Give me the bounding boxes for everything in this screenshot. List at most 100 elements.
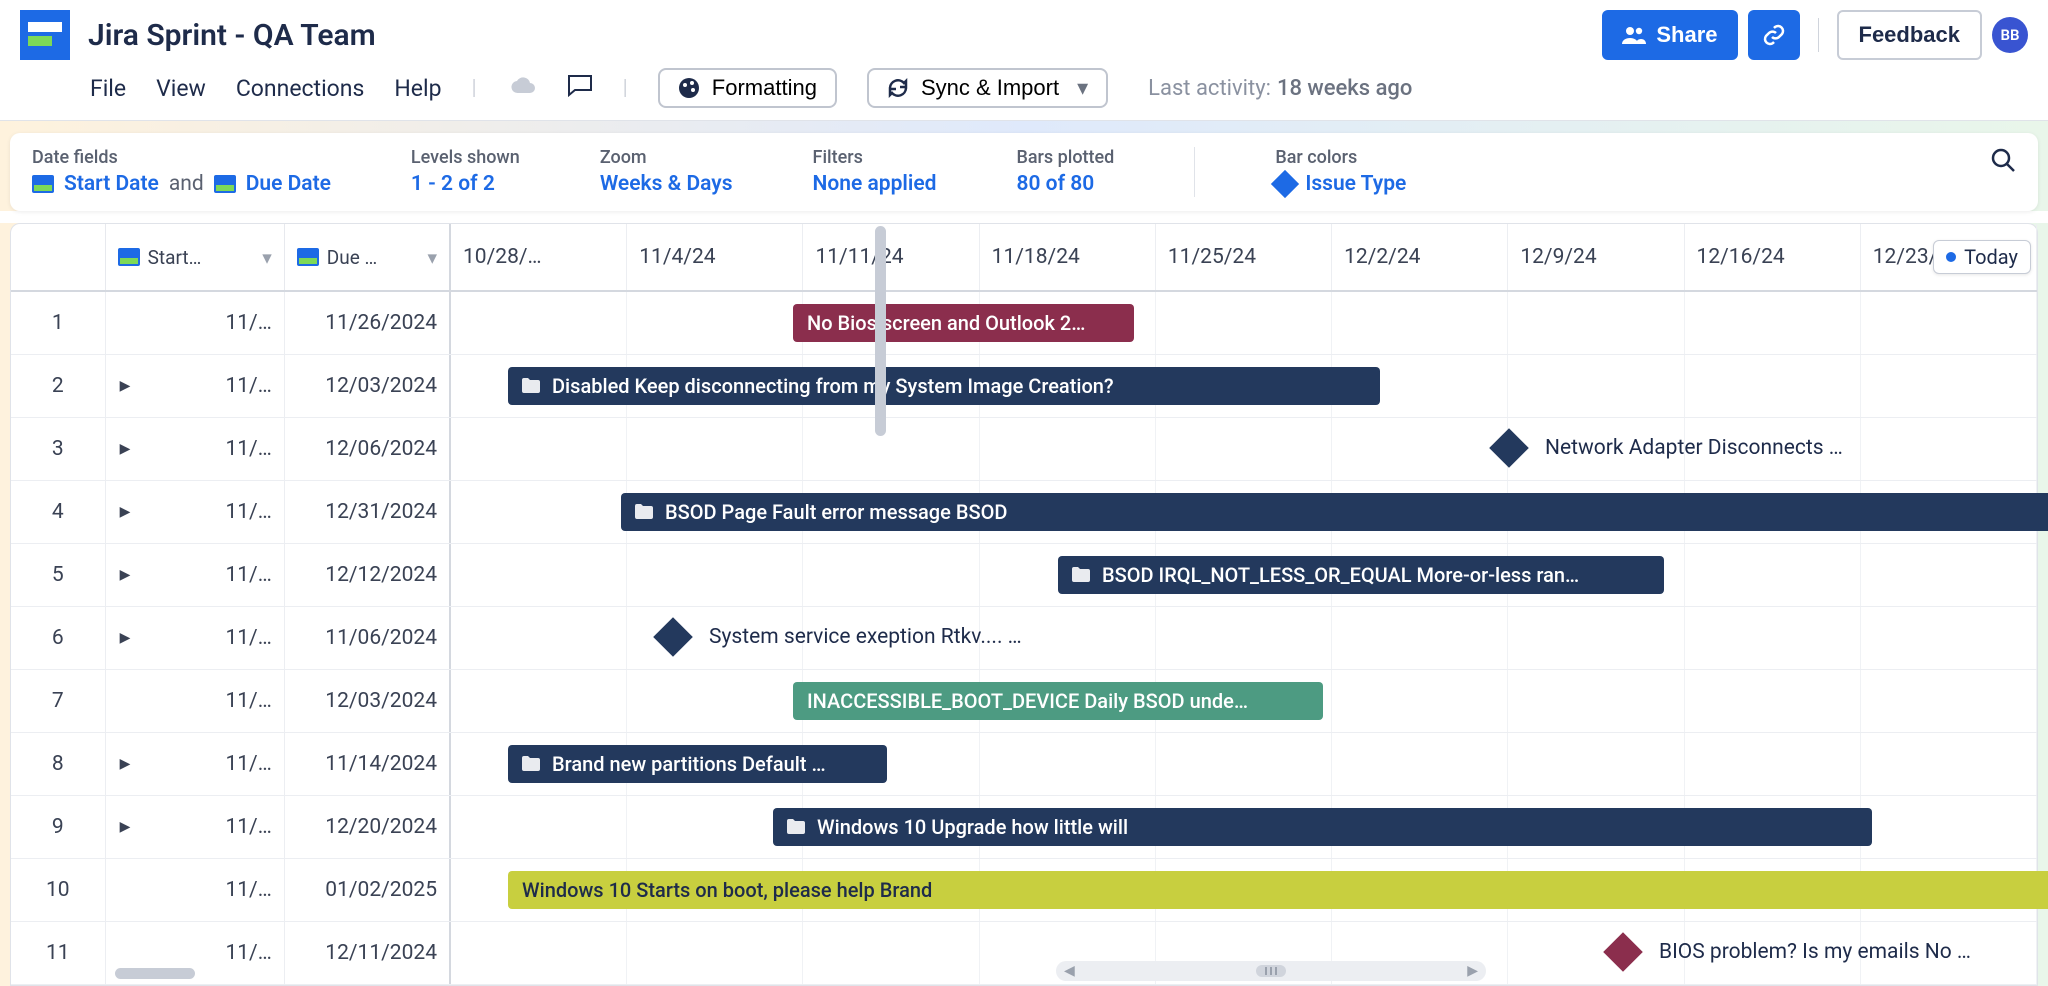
row-number: 4 [11, 481, 106, 543]
gantt-bar[interactable]: BSOD IRQL_NOT_LESS_OR_EQUAL More-or-less… [1058, 556, 1664, 594]
start-date-header[interactable]: Start… ▾ [106, 224, 285, 290]
vertical-scrollbar[interactable] [875, 226, 886, 436]
menu-view[interactable]: View [156, 75, 206, 102]
expand-icon[interactable]: ▶ [120, 756, 131, 772]
menu-connections[interactable]: Connections [236, 75, 365, 102]
timeline-scrollbar[interactable]: ◀ ▶ [1056, 961, 1486, 981]
due-date-cell[interactable]: 11/06/2024 [285, 607, 449, 669]
scrollbar-thumb[interactable] [1256, 965, 1286, 977]
timeline-date: 12/16/24 [1685, 224, 1861, 290]
row-number: 5 [11, 544, 106, 606]
timeline-date: 10/28/… [451, 224, 627, 290]
bar-colors-filter[interactable]: Bar colors Issue Type [1275, 147, 1406, 196]
gantt-bar[interactable]: Windows 10 Upgrade how little will [773, 808, 1872, 846]
due-date-cell[interactable]: 11/26/2024 [285, 292, 449, 354]
start-date-cell[interactable]: 11/…▶ [106, 544, 285, 606]
filters-filter[interactable]: Filters None applied [813, 147, 937, 196]
comment-icon[interactable] [567, 73, 593, 103]
due-date-cell[interactable]: 11/14/2024 [285, 733, 449, 795]
bar-label: No Bios screen and Outlook 2… [807, 311, 1085, 335]
table-row: 211/…▶12/03/2024 Disabled Keep disconnect… [11, 355, 2037, 418]
start-date-cell[interactable]: 11/…▶ [106, 481, 285, 543]
expand-icon[interactable]: ▶ [120, 819, 131, 835]
cloud-icon[interactable] [507, 74, 537, 102]
gantt-bar[interactable]: No Bios screen and Outlook 2… [793, 304, 1134, 342]
avatar[interactable]: BB [1992, 17, 2028, 53]
bar-label: Windows 10 Starts on boot, please help B… [522, 878, 932, 902]
share-button[interactable]: Share [1602, 10, 1737, 60]
last-activity: Last activity:18 weeks ago [1148, 76, 1412, 101]
zoom-filter[interactable]: Zoom Weeks & Days [600, 147, 733, 196]
folder-icon [635, 500, 653, 524]
due-date-cell[interactable]: 01/02/2025 [285, 859, 449, 921]
scroll-right-icon[interactable]: ▶ [1467, 963, 1478, 979]
menu-file[interactable]: File [90, 75, 126, 102]
today-button[interactable]: Today [1933, 240, 2031, 274]
start-date-cell[interactable]: 11/…▶ [106, 796, 285, 858]
start-date-cell[interactable]: 11/…▶ [106, 607, 285, 669]
left-horizontal-scrollbar[interactable] [115, 968, 195, 979]
search-button[interactable] [1990, 147, 2016, 179]
formatting-button[interactable]: Formatting [658, 68, 837, 108]
page-title: Jira Sprint - QA Team [88, 18, 1602, 53]
bar-label: Windows 10 Upgrade how little will [817, 815, 1128, 839]
gantt-bar[interactable]: BSOD Page Fault error message BSOD [621, 493, 2048, 531]
due-date-value: Due Date [246, 172, 331, 196]
sync-import-button[interactable]: Sync & Import ▾ [867, 68, 1108, 108]
row-number: 2 [11, 355, 106, 417]
expand-icon[interactable]: ▶ [120, 378, 131, 394]
table-row: 1011/…01/02/2025 Windows 10 Starts on boo… [11, 859, 2037, 922]
expand-icon[interactable]: ▶ [120, 504, 131, 520]
folder-icon [787, 815, 805, 839]
scroll-left-icon[interactable]: ◀ [1064, 963, 1075, 979]
start-date-cell[interactable]: 11/… [106, 859, 285, 921]
divider [1818, 18, 1819, 52]
timeline-cell: System service exeption Rtkv.... … [451, 607, 2037, 669]
expand-icon[interactable]: ▶ [120, 441, 131, 457]
row-number: 10 [11, 859, 106, 921]
gantt-bar[interactable]: Brand new partitions Default … [508, 745, 887, 783]
folder-icon [522, 374, 540, 398]
feedback-button[interactable]: Feedback [1837, 10, 1983, 60]
table-row: 411/…▶12/31/2024 BSOD Page Fault error me… [11, 481, 2037, 544]
timeline-date: 11/18/24 [980, 224, 1156, 290]
start-date-cell[interactable]: 11/… [106, 670, 285, 732]
start-date-cell[interactable]: 11/… [106, 292, 285, 354]
gantt-bar[interactable]: Disabled Keep disconnecting from my Syst… [508, 367, 1380, 405]
timeline-cell: Network Adapter Disconnects … [451, 418, 2037, 480]
timeline-cell: Disabled Keep disconnecting from my Syst… [451, 355, 2037, 417]
menu-help[interactable]: Help [394, 75, 441, 102]
due-date-cell[interactable]: 12/20/2024 [285, 796, 449, 858]
due-date-cell[interactable]: 12/03/2024 [285, 355, 449, 417]
row-number: 9 [11, 796, 106, 858]
due-date-cell[interactable]: 12/11/2024 [285, 922, 449, 984]
dropdown-icon: ▾ [262, 246, 272, 269]
due-date-header[interactable]: Due … ▾ [285, 224, 449, 290]
due-date-cell[interactable]: 12/12/2024 [285, 544, 449, 606]
milestone-label: System service exeption Rtkv.... … [709, 625, 1022, 649]
link-button[interactable] [1748, 10, 1800, 60]
due-date-cell[interactable]: 12/06/2024 [285, 418, 449, 480]
milestone-label: Network Adapter Disconnects … [1545, 436, 1843, 460]
gantt-bar[interactable]: INACCESSIBLE_BOOT_DEVICE Daily BSOD unde… [793, 682, 1323, 720]
row-number: 3 [11, 418, 106, 480]
bar-label: Disabled Keep disconnecting from my Syst… [552, 374, 1114, 398]
start-date-cell[interactable]: 11/…▶ [106, 418, 285, 480]
row-number: 6 [11, 607, 106, 669]
start-date-value: Start Date [64, 172, 159, 196]
due-date-cell[interactable]: 12/31/2024 [285, 481, 449, 543]
due-date-cell[interactable]: 12/03/2024 [285, 670, 449, 732]
expand-icon[interactable]: ▶ [120, 567, 131, 583]
timeline-date: 11/4/24 [627, 224, 803, 290]
levels-filter[interactable]: Levels shown 1 - 2 of 2 [411, 147, 520, 196]
date-fields-filter[interactable]: Date fields Start Date and Due Date [32, 147, 331, 196]
row-number: 8 [11, 733, 106, 795]
start-date-cell[interactable]: 11/…▶ [106, 355, 285, 417]
row-number: 7 [11, 670, 106, 732]
gantt-bar[interactable]: Windows 10 Starts on boot, please help B… [508, 871, 2048, 909]
bar-label: BSOD Page Fault error message BSOD [665, 500, 1007, 524]
expand-icon[interactable]: ▶ [120, 630, 131, 646]
date-icon [118, 248, 140, 266]
start-date-cell[interactable]: 11/…▶ [106, 733, 285, 795]
app-logo[interactable] [20, 10, 70, 60]
